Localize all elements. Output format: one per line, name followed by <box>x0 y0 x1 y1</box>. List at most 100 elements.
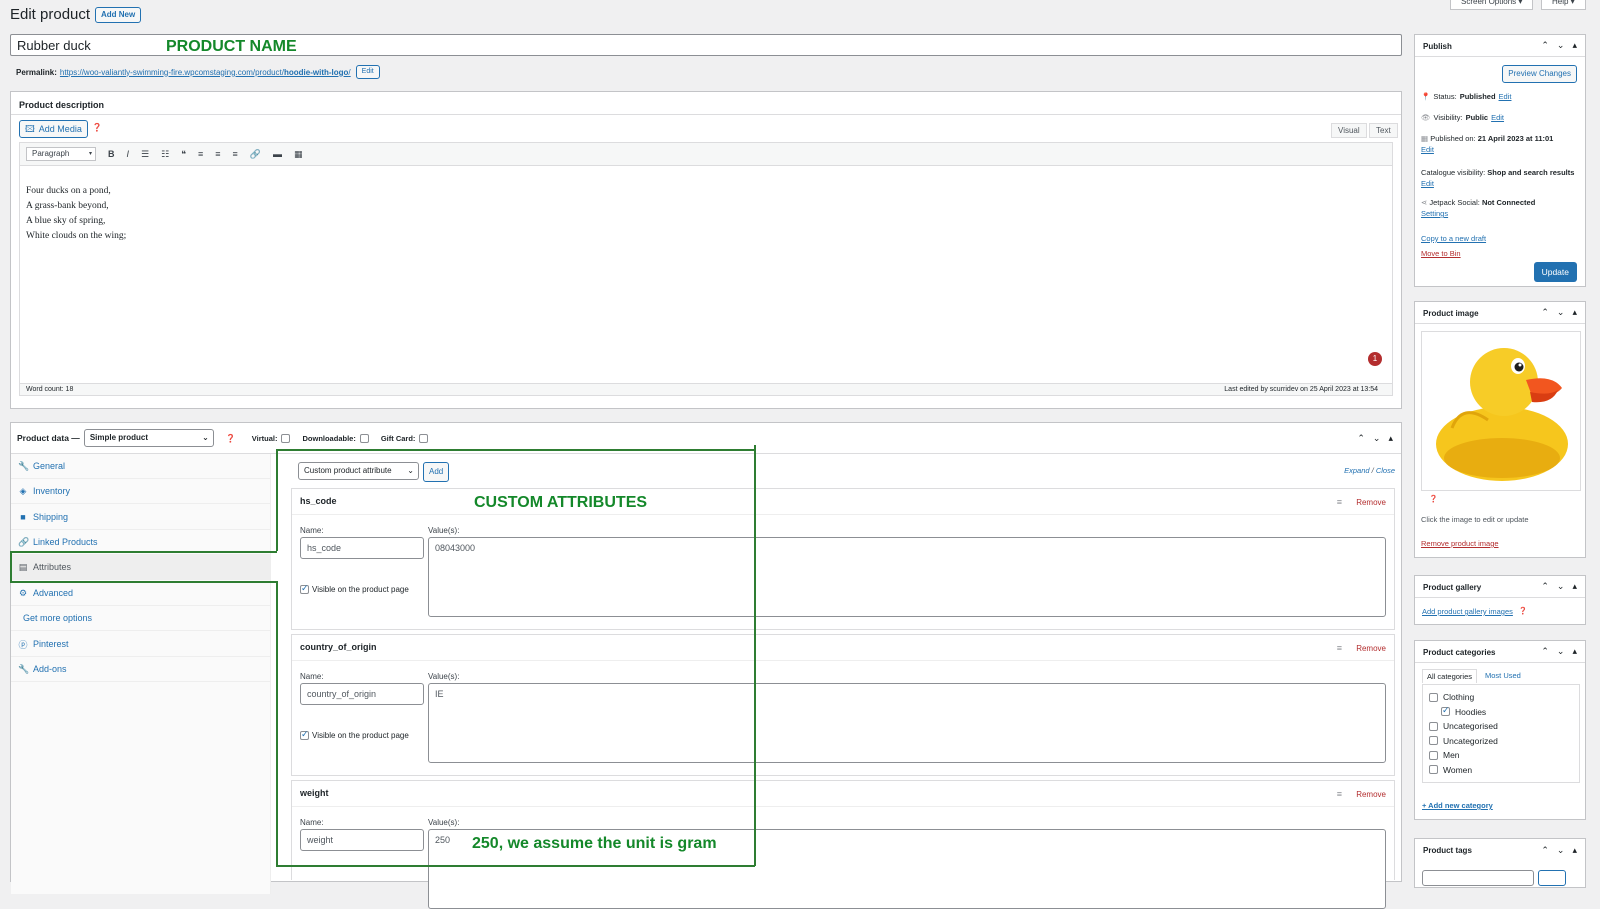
jetpack-settings-link[interactable]: Settings <box>1421 209 1448 218</box>
format-select[interactable]: Paragraph ▾ <box>26 147 96 161</box>
category-checkbox[interactable] <box>1429 736 1438 746</box>
tab-pinterest[interactable]: ⓟ Pinterest <box>11 632 271 657</box>
category-item[interactable]: Women <box>1429 763 1573 778</box>
bold-icon[interactable]: B <box>108 149 115 159</box>
numbered-list-icon[interactable]: ☷ <box>161 149 169 160</box>
quote-icon[interactable]: ❝ <box>181 149 186 160</box>
align-left-icon[interactable]: ≡ <box>198 149 203 159</box>
tab-get-more-options[interactable]: Get more options <box>11 606 271 631</box>
product-image[interactable] <box>1421 331 1581 491</box>
category-checkbox[interactable] <box>1441 705 1450 717</box>
category-checkbox[interactable] <box>1429 765 1438 775</box>
visible-checkbox[interactable] <box>300 729 309 740</box>
add-media-button[interactable]: 🖾 Add Media <box>19 120 88 138</box>
category-item[interactable]: Uncategorised <box>1429 719 1573 734</box>
visible-on-product-page[interactable]: Visible on the product page <box>300 583 409 594</box>
screen-options-button[interactable]: Screen Options ▾ <box>1450 0 1534 10</box>
virtual-checkbox[interactable] <box>281 433 291 443</box>
tab-add-ons[interactable]: 🔧 Add-ons <box>11 657 271 682</box>
help-icon[interactable]: ❓ <box>1429 495 1438 503</box>
attribute-title[interactable]: hs_code <box>300 496 337 506</box>
drag-handle-icon[interactable]: ≡ <box>1337 789 1342 799</box>
permalink-link[interactable]: https://woo-valiantly-swimming-fire.wpco… <box>60 68 351 77</box>
help-button[interactable]: Help ▾ <box>1541 0 1586 10</box>
tab-all-categories[interactable]: All categories <box>1422 669 1478 683</box>
chevron-up-icon[interactable]: ⌃ <box>1541 581 1549 592</box>
add-attribute-button[interactable]: Add <box>423 462 450 482</box>
visibility-edit-link[interactable]: Edit <box>1491 113 1504 122</box>
attribute-name-input[interactable]: country_of_origin <box>300 683 424 705</box>
align-center-icon[interactable]: ≡ <box>215 149 220 159</box>
chevron-up-icon[interactable]: ⌃ <box>1357 433 1365 444</box>
remove-attribute-link[interactable]: Remove <box>1356 498 1386 507</box>
tab-advanced[interactable]: ⚙ Advanced <box>11 581 271 606</box>
tag-add-button[interactable] <box>1538 870 1566 886</box>
chevron-up-icon[interactable]: ⌃ <box>1541 845 1549 856</box>
toolbar-toggle-icon[interactable]: ▦ <box>294 149 303 160</box>
caret-up-icon[interactable]: ▴ <box>1572 845 1577 856</box>
attribute-title[interactable]: weight <box>300 788 329 798</box>
help-icon[interactable]: ❓ <box>92 123 102 132</box>
preview-changes-button[interactable]: Preview Changes <box>1502 65 1577 83</box>
chevron-down-icon[interactable]: ⌄ <box>1557 307 1565 318</box>
category-checkbox[interactable] <box>1429 750 1438 760</box>
expand-link[interactable]: Expand <box>1344 466 1369 475</box>
tab-most-used[interactable]: Most Used <box>1485 671 1521 680</box>
tab-inventory[interactable]: ◈ Inventory <box>11 479 271 504</box>
tab-text[interactable]: Text <box>1369 123 1398 138</box>
attribute-select[interactable]: Custom product attribute ⌄ <box>298 462 419 480</box>
category-item[interactable]: Clothing <box>1429 690 1573 705</box>
italic-icon[interactable]: I <box>127 149 130 159</box>
chevron-down-icon[interactable]: ⌄ <box>1373 433 1381 444</box>
help-icon[interactable]: ❓ <box>226 434 236 443</box>
attribute-title[interactable]: country_of_origin <box>300 642 377 652</box>
tab-general[interactable]: 🔧 General <box>11 454 271 479</box>
caret-up-icon[interactable]: ▴ <box>1572 646 1577 657</box>
align-right-icon[interactable]: ≡ <box>233 149 238 159</box>
attribute-name-input[interactable]: hs_code <box>300 537 424 559</box>
attribute-values-textarea[interactable]: 08043000 <box>428 537 1386 617</box>
visible-checkbox[interactable] <box>300 583 309 594</box>
close-link[interactable]: Close <box>1376 466 1395 475</box>
category-item[interactable]: Hoodies <box>1429 705 1573 720</box>
chevron-down-icon[interactable]: ⌄ <box>1557 845 1565 856</box>
permalink-edit-button[interactable]: Edit <box>355 65 380 79</box>
tab-visual[interactable]: Visual <box>1331 123 1367 138</box>
editor-content[interactable]: Four ducks on a pond, A grass-bank beyon… <box>19 166 1393 384</box>
attribute-values-textarea[interactable]: IE <box>428 683 1386 763</box>
notice-badge[interactable]: 1 <box>1368 352 1382 366</box>
caret-up-icon[interactable]: ▴ <box>1572 307 1577 318</box>
caret-up-icon[interactable]: ▴ <box>1388 433 1393 444</box>
tab-shipping[interactable]: ■ Shipping <box>11 505 271 530</box>
remove-attribute-link[interactable]: Remove <box>1356 790 1386 799</box>
category-checkbox[interactable] <box>1429 721 1438 731</box>
chevron-up-icon[interactable]: ⌃ <box>1541 646 1549 657</box>
visible-on-product-page[interactable]: Visible on the product page <box>300 729 409 740</box>
help-icon[interactable]: ❓ <box>1519 607 1528 616</box>
read-more-icon[interactable]: ▬ <box>273 149 282 159</box>
attribute-name-input[interactable]: weight <box>300 829 424 851</box>
catalogue-edit-link[interactable]: Edit <box>1421 179 1434 188</box>
product-type-select[interactable]: Simple product ⌄ <box>83 429 214 447</box>
category-item[interactable]: Men <box>1429 748 1573 763</box>
category-item[interactable]: Uncategorized <box>1429 734 1573 749</box>
drag-handle-icon[interactable]: ≡ <box>1337 643 1342 653</box>
published-edit-link[interactable]: Edit <box>1421 145 1434 154</box>
tag-input[interactable] <box>1422 870 1534 886</box>
copy-draft-link[interactable]: Copy to a new draft <box>1421 234 1486 243</box>
category-checkbox[interactable] <box>1429 692 1438 702</box>
chevron-down-icon[interactable]: ⌄ <box>1557 581 1565 592</box>
tab-attributes[interactable]: ▤ Attributes <box>11 555 271 580</box>
add-new-button[interactable]: Add New <box>95 7 142 23</box>
remove-attribute-link[interactable]: Remove <box>1356 644 1386 653</box>
caret-up-icon[interactable]: ▴ <box>1572 40 1577 51</box>
chevron-up-icon[interactable]: ⌃ <box>1541 307 1549 318</box>
update-button[interactable]: Update <box>1533 262 1577 282</box>
chevron-down-icon[interactable]: ⌄ <box>1557 40 1565 51</box>
status-edit-link[interactable]: Edit <box>1499 92 1512 101</box>
add-new-category-link[interactable]: + Add new category <box>1422 801 1493 810</box>
add-gallery-images-link[interactable]: Add product gallery images <box>1422 607 1513 616</box>
drag-handle-icon[interactable]: ≡ <box>1337 497 1342 507</box>
caret-up-icon[interactable]: ▴ <box>1572 581 1577 592</box>
gift-card-checkbox[interactable] <box>419 433 429 443</box>
